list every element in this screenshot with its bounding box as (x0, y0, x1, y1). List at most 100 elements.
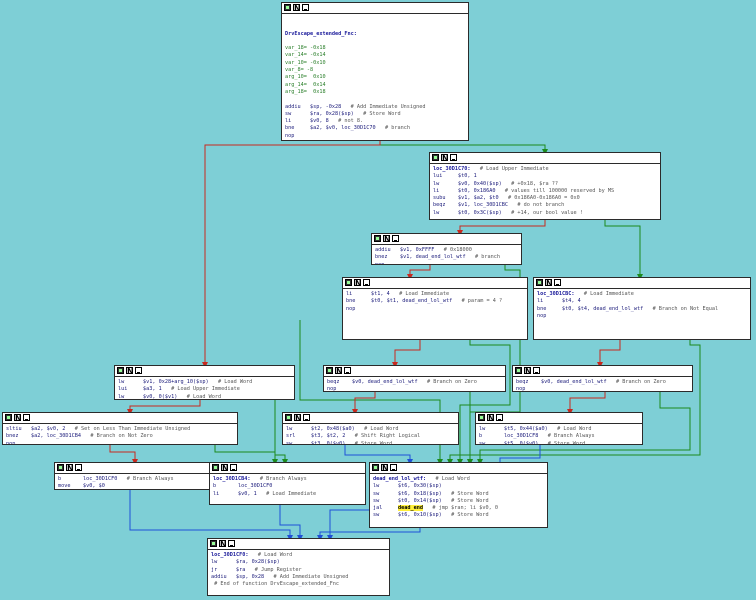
node-header[interactable]: N (115, 366, 294, 377)
node-addiu[interactable]: Naddiu $v1, 0xFFFF # 0x18000 bnez $v1, de… (371, 233, 522, 265)
code-comment: # Branch on Zero (615, 379, 666, 385)
node-header[interactable]: N (55, 463, 210, 474)
graph-node-icon[interactable] (372, 464, 379, 471)
code-text: lui $a3, 1 (118, 386, 162, 393)
graph-node-icon[interactable] (284, 4, 291, 11)
code-text: nop (6, 440, 16, 445)
node-header[interactable]: N (370, 463, 547, 474)
graph-node-icon[interactable] (374, 235, 381, 242)
code-line: sltiu $a2, $v0, 2 # Set on Less Than Imm… (6, 426, 234, 433)
node-picture-icon[interactable] (450, 154, 457, 161)
node-n-icon[interactable]: N (293, 4, 301, 13)
node-lwblock[interactable]: Nlw $v1, 0x28+arg_10($sp) # Load Word lui… (114, 365, 295, 400)
node-picture-icon[interactable] (496, 414, 503, 421)
node-b-cf0[interactable]: Nb loc_30D1CF0 # Branch Always move $v0, … (54, 462, 211, 490)
edge-sltiu-locb4 (214, 445, 278, 465)
node-header[interactable]: N (430, 153, 660, 164)
node-sltiu[interactable]: Nsltiu $a2, $v0, 2 # Set on Less Than Im… (2, 412, 238, 445)
node-picture-icon[interactable] (390, 464, 397, 471)
code-line: beqz $v0, dead_end_lol_wtf # Branch on Z… (516, 379, 689, 386)
graph-node-icon[interactable] (326, 367, 333, 374)
graph-node-icon[interactable] (285, 414, 292, 421)
node-header[interactable]: N (534, 278, 750, 289)
graph-node-icon[interactable] (210, 540, 217, 547)
code-text: var_10= -0x10 (285, 59, 326, 66)
node-loc-30d1cb4[interactable]: Nloc_30D1CB4: # Branch Always b loc_30D1C… (209, 462, 366, 505)
node-picture-icon[interactable] (302, 4, 309, 11)
node-n-icon[interactable]: N (14, 414, 22, 423)
node-picture-icon[interactable] (392, 235, 399, 242)
node-loc-30d1cf0[interactable]: Nloc_30D1CF0: # Load Word lw $ra, 0x28($s… (207, 538, 390, 596)
node-n-icon[interactable]: N (66, 464, 74, 473)
graph-node-icon[interactable] (345, 279, 352, 286)
code-comment: # Load Word (257, 552, 293, 558)
graph-node-icon[interactable] (515, 367, 522, 374)
node-n-icon[interactable]: N (354, 279, 362, 288)
node-header[interactable]: N (283, 413, 458, 424)
graph-node-icon[interactable] (117, 367, 124, 374)
code-label: DrvEscape_extended_Fnc: (285, 30, 357, 37)
node-n-icon[interactable]: N (383, 235, 391, 244)
code-text: addiu $sp, 0x28 (211, 573, 265, 580)
node-code: lw $t2, 0x48($a0) # Load Word srl $t3, $t… (283, 424, 458, 444)
node-header[interactable]: N (210, 463, 365, 474)
node-picture-icon[interactable] (230, 464, 237, 471)
node-n-icon[interactable]: N (219, 540, 227, 549)
node-picture-icon[interactable] (75, 464, 82, 471)
graph-node-icon[interactable] (5, 414, 12, 421)
code-text: bnez $a2, loc_30D1CB4 (6, 433, 81, 440)
node-n-icon[interactable]: N (335, 367, 343, 376)
node-n-icon[interactable]: N (487, 414, 495, 423)
node-header[interactable]: N (343, 278, 527, 289)
node-n-icon[interactable]: N (294, 414, 302, 423)
node-loc-30d1c70[interactable]: Nloc_30D1C70: # Load Upper Immediate lui … (429, 152, 661, 220)
node-lw-t5[interactable]: Nlw $t5, 0x44($a0) # Load Word b loc_30D1… (475, 412, 643, 445)
node-start[interactable]: N DrvEscape_extended_Fnc: var_18= -0x18 var… (281, 2, 469, 141)
node-picture-icon[interactable] (363, 279, 370, 286)
node-picture-icon[interactable] (303, 414, 310, 421)
node-picture-icon[interactable] (533, 367, 540, 374)
code-comment: # do not branch (517, 202, 565, 209)
code-text: nop (346, 305, 356, 312)
node-header[interactable]: N (208, 539, 389, 550)
code-comment: # Load Immediate (266, 490, 317, 497)
code-line: nop (346, 306, 524, 313)
node-n-icon[interactable]: N (221, 464, 229, 473)
code-comment: # Branch on Not Equal (652, 305, 719, 312)
node-loc-30d1cbc[interactable]: Nloc_30D1CBC: # Load Immediate li $t4, 4b… (533, 277, 751, 340)
code-text: li $t0, 0x186A0 (433, 187, 496, 194)
node-header[interactable]: N (282, 3, 468, 14)
node-n-icon[interactable]: N (545, 279, 553, 288)
graph-node-icon[interactable] (478, 414, 485, 421)
node-n-icon[interactable]: N (441, 154, 449, 163)
node-n-icon[interactable]: N (381, 464, 389, 473)
node-n-icon[interactable]: N (126, 367, 134, 376)
node-beqz-b[interactable]: Nbeqz $v0, dead_end_lol_wtf # Branch on … (512, 365, 693, 392)
node-header[interactable]: N (324, 366, 505, 377)
graph-node-icon[interactable] (57, 464, 64, 471)
code-text: lw $t6, 0x30($sp) (373, 483, 442, 490)
node-n-icon[interactable]: N (524, 367, 532, 376)
node-header[interactable]: N (476, 413, 642, 424)
graph-node-icon[interactable] (432, 154, 439, 161)
node-picture-icon[interactable] (344, 367, 351, 374)
graph-node-icon[interactable] (536, 279, 543, 286)
node-dead-end[interactable]: Ndead_end_lol_wtf: # Load Word lw $t6, 0x… (369, 462, 548, 528)
graph-node-icon[interactable] (212, 464, 219, 471)
highlighted-symbol[interactable]: dead_end (398, 505, 423, 512)
node-picture-icon[interactable] (135, 367, 142, 374)
code-line: var_14= -0x14 (285, 52, 465, 59)
node-picture-icon[interactable] (228, 540, 235, 547)
code-text: beqz $v0, dead_end_lol_wtf (327, 379, 418, 385)
node-beqz-a[interactable]: Nbeqz $v0, dead_end_lol_wtf # Branch on … (323, 365, 506, 392)
node-picture-icon[interactable] (554, 279, 561, 286)
node-header[interactable]: N (3, 413, 237, 424)
code-text: b loc_30D1CF0 (58, 476, 118, 482)
node-picture-icon[interactable] (23, 414, 30, 421)
node-li4[interactable]: Nli $t1, 4 # Load Immediate bne $t0, $t1,… (342, 277, 528, 340)
node-lw-t2[interactable]: Nlw $t2, 0x48($a0) # Load Word srl $t3, $… (282, 412, 459, 445)
code-line: srl $t3, $t2, 2 # Shift Right Logical (286, 433, 455, 440)
node-header[interactable]: N (372, 234, 521, 245)
node-header[interactable]: N (513, 366, 692, 377)
code-text: addiu $v1, 0xFFFF (375, 247, 435, 253)
